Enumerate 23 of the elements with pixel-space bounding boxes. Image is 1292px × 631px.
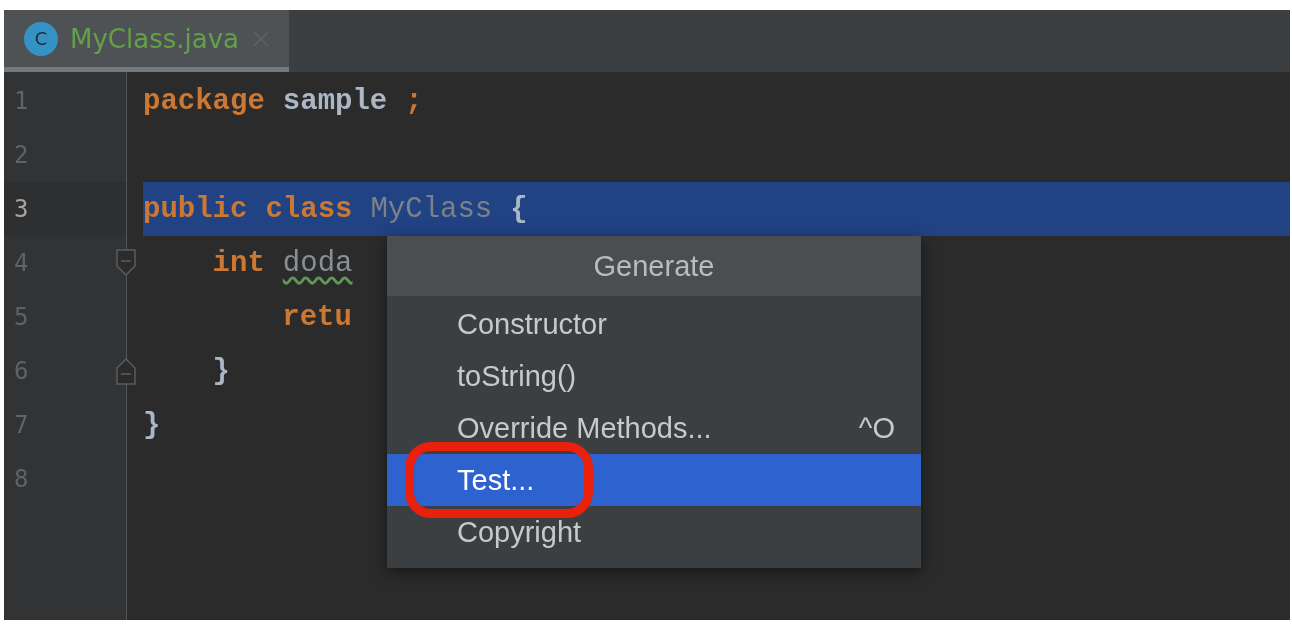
fold-icon[interactable]: [115, 248, 137, 278]
menu-item[interactable]: Copyright: [387, 506, 921, 558]
code-token: class: [265, 192, 353, 226]
menu-item[interactable]: Override Methods... ^O: [387, 402, 921, 454]
code-token: package: [143, 84, 265, 118]
code-token: retu: [281, 300, 352, 334]
code-token: }: [143, 408, 161, 442]
fold-icon[interactable]: [115, 356, 137, 386]
code-token: MyClass: [370, 192, 493, 226]
menu-item[interactable]: toString(): [387, 350, 921, 402]
code-token: public: [143, 192, 248, 226]
menu-item[interactable]: Constructor: [387, 298, 921, 350]
code-token: }: [211, 354, 230, 388]
code-token: ;: [405, 84, 423, 118]
code-token: sample: [282, 84, 388, 118]
code-token: doda: [282, 246, 353, 280]
file-tab[interactable]: C MyClass.java: [4, 10, 289, 72]
popup-title: Generate: [387, 236, 921, 296]
code-token: int: [211, 246, 265, 280]
menu-item[interactable]: Test...: [387, 454, 921, 506]
class-icon: C: [24, 21, 58, 56]
code-token: {: [510, 192, 528, 226]
line-number: 3: [13, 195, 29, 223]
